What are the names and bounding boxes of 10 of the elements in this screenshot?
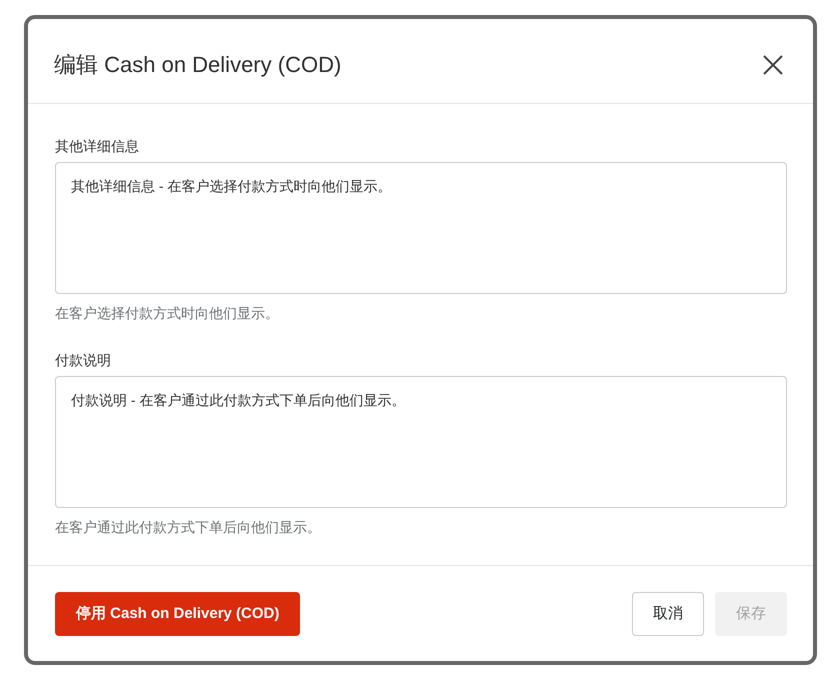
text-area[interactable]: 其他详细信息 - 在客户选择付款方式时向他们显示。 xyxy=(55,162,787,294)
close-icon[interactable] xyxy=(763,55,783,75)
deactivate-button[interactable]: 停用 Cash on Delivery (COD) xyxy=(55,592,300,636)
field-label: 其他详细信息 xyxy=(55,137,139,156)
help-text: 在客户通过此付款方式下单后向他们显示。 xyxy=(55,518,321,537)
text-area[interactable]: 付款说明 - 在客户通过此付款方式下单后向他们显示。 xyxy=(55,376,787,508)
field-label: 付款说明 xyxy=(55,351,111,370)
dialog-title: 编辑 Cash on Delivery (COD) xyxy=(54,51,342,79)
help-text: 在客户选择付款方式时向他们显示。 xyxy=(55,304,279,323)
footer-button[interactable]: 取消 xyxy=(632,592,704,636)
